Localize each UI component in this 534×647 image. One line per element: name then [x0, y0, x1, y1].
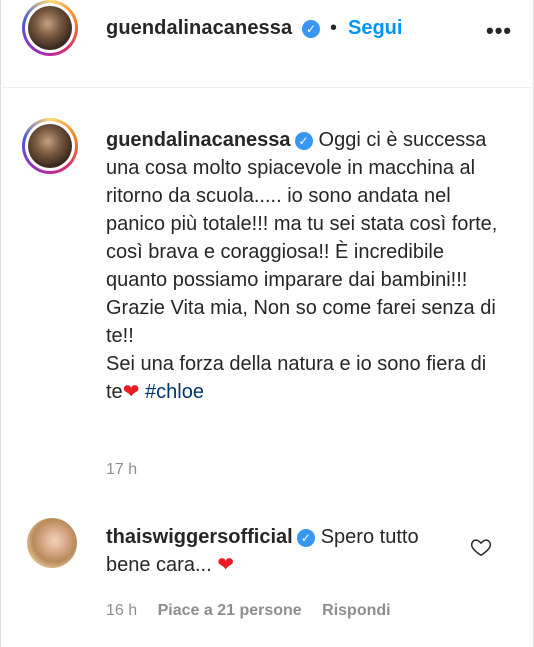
- caption-username[interactable]: guendalinacanessa: [106, 129, 291, 151]
- avatar-photo: [28, 6, 72, 50]
- verified-badge-icon: ✓: [294, 132, 313, 150]
- verified-badge-icon: ✓: [296, 529, 315, 547]
- post-caption: guendalinacanessa ✓ Oggi ci è successa una…: [106, 126, 506, 406]
- header-avatar[interactable]: [22, 0, 78, 56]
- reply-button[interactable]: Rispondi: [322, 602, 390, 619]
- post-header: guendalinacanessa ✓ • Segui •••: [0, 0, 534, 88]
- comment-avatar[interactable]: [27, 518, 77, 568]
- more-options-icon[interactable]: •••: [486, 18, 512, 44]
- follow-button[interactable]: Segui: [348, 17, 402, 40]
- like-heart-icon[interactable]: [470, 536, 492, 558]
- caption-timestamp[interactable]: 17 h: [106, 461, 137, 479]
- hashtag-link[interactable]: #chloe: [145, 381, 204, 403]
- heart-emoji-icon: ❤: [217, 554, 234, 576]
- header-username[interactable]: guendalinacanessa: [106, 17, 292, 40]
- caption-text: Oggi ci è successa una cosa molto spiace…: [106, 129, 498, 347]
- comment: thaiswiggersofficial ✓ Spero tutto bene ca…: [106, 523, 466, 579]
- caption-avatar[interactable]: [22, 118, 78, 174]
- comment-username[interactable]: thaiswiggersofficial: [106, 526, 293, 548]
- frame-border-left: [0, 0, 1, 647]
- comment-meta: 16 h Piace a 21 persone Rispondi: [106, 602, 407, 620]
- header-separator: •: [330, 17, 338, 39]
- comment-likes-link[interactable]: Piace a 21 persone: [158, 602, 302, 619]
- heart-emoji-icon: ❤: [122, 381, 140, 403]
- verified-badge-icon: ✓: [302, 20, 320, 38]
- comment-timestamp[interactable]: 16 h: [106, 602, 137, 619]
- avatar-photo: [28, 124, 72, 168]
